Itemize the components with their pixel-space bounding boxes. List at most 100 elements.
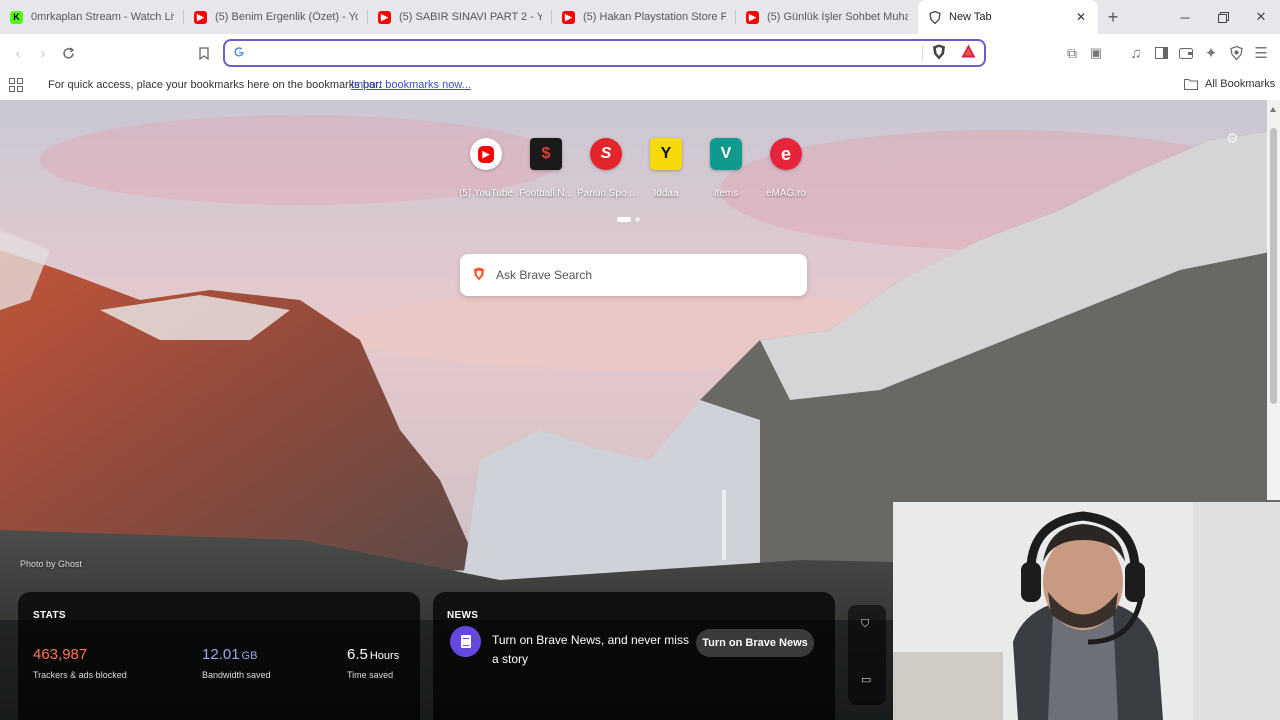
close-window-button[interactable]: ✕: [1242, 0, 1280, 34]
news-icon: [450, 626, 481, 657]
news-widget: NEWS Turn on Brave News, and never miss …: [433, 592, 835, 720]
trackers-value: 463,987: [33, 646, 88, 663]
time-value: 6.5: [347, 646, 368, 663]
tab-kick[interactable]: K 0mrkaplan Stream - Watch Live: [0, 0, 184, 34]
import-bookmarks-link[interactable]: Import bookmarks now...: [351, 79, 471, 91]
sparkle-icon: ✦: [1204, 45, 1218, 62]
leo-ai-button[interactable]: ✦: [1199, 41, 1223, 65]
scroll-up-arrow-icon[interactable]: [1270, 107, 1276, 112]
tab-youtube-4[interactable]: ▶ (5) Günlük İşler Sohbet Muhabbet: [736, 0, 918, 34]
restore-icon: [1217, 11, 1229, 23]
toolbar: ‹ › ⧉ ▣ ♫ ✦ ☰: [0, 34, 1280, 72]
turn-on-news-button[interactable]: Turn on Brave News: [696, 629, 814, 657]
brave-logo-icon: [473, 267, 485, 286]
widget-side-controls: ⛉ ▭: [848, 605, 886, 705]
google-icon: [233, 46, 247, 60]
divider: [922, 45, 923, 61]
minimize-button[interactable]: ─: [1166, 0, 1204, 34]
tab-title: (5) Günlük İşler Sohbet Muhabbet: [767, 11, 908, 23]
trackers-stat: 463,987 Trackers & ads blocked: [33, 646, 127, 680]
youtube-icon: ▶: [746, 10, 759, 24]
music-icon: ♫: [1130, 44, 1142, 62]
tab-title: (5) SABIR SINAVI PART 2 - YouTube: [399, 11, 542, 23]
bookmark-icon: [199, 46, 209, 60]
wallet-icon: [1179, 48, 1193, 59]
youtube-icon: ▶: [562, 10, 575, 24]
bandwidth-value: 12.01: [202, 646, 240, 663]
bandwidth-unit: GB: [241, 650, 258, 662]
pager-dot[interactable]: [635, 217, 640, 222]
bookmarks-bar: For quick access, place your bookmarks h…: [0, 72, 1280, 100]
youtube-icon: ▶: [470, 138, 502, 170]
trackers-label: Trackers & ads blocked: [33, 670, 127, 680]
top-sites-pager[interactable]: [617, 217, 640, 222]
brave-search-box[interactable]: [460, 254, 807, 296]
time-label: Time saved: [347, 670, 394, 680]
wallet-button[interactable]: [1174, 41, 1198, 65]
address-input[interactable]: [253, 44, 913, 62]
tab-youtube-3[interactable]: ▶ (5) Hakan Playstation Store Poll: [552, 0, 736, 34]
bookmark-button[interactable]: [192, 41, 216, 65]
close-tab-icon[interactable]: ✕: [1074, 10, 1088, 24]
hamburger-icon: ☰: [1254, 45, 1268, 62]
settings-gear-icon[interactable]: ⚙: [1226, 130, 1239, 147]
extensions-button[interactable]: ⧉: [1060, 41, 1084, 65]
iddaa-icon: Y: [650, 138, 682, 170]
puzzle-icon: ⧉: [1067, 44, 1077, 61]
top-site-label: eMAG.ro: [765, 188, 806, 199]
news-message: Turn on Brave News, and never miss a sto…: [492, 633, 689, 666]
items-icon: V: [710, 138, 742, 170]
tab-title: (5) Benim Ergenlik (Özet) - YouTube: [215, 11, 358, 23]
forward-button[interactable]: ›: [31, 41, 55, 65]
photo-credit: Photo by Ghost: [20, 559, 83, 569]
brave-shields-icon[interactable]: [932, 44, 946, 65]
football-news-icon: $: [530, 138, 562, 170]
address-bar[interactable]: [223, 39, 986, 67]
shield-icon[interactable]: ⛉: [861, 618, 869, 631]
vpn-button[interactable]: [1224, 41, 1248, 65]
all-bookmarks-button[interactable]: All Bookmarks: [1184, 78, 1275, 90]
tab-title: New Tab: [949, 11, 992, 23]
reading-list-button[interactable]: ▣: [1084, 41, 1108, 65]
tab-strip: K 0mrkaplan Stream - Watch Live ▶ (5) Be…: [0, 0, 1280, 34]
tab-youtube-2[interactable]: ▶ (5) SABIR SINAVI PART 2 - YouTube: [368, 0, 552, 34]
brave-rewards-icon[interactable]: [961, 44, 976, 63]
reload-icon: [62, 46, 74, 59]
time-unit: Hours: [369, 650, 400, 662]
tab-title: (5) Hakan Playstation Store Poll: [583, 11, 726, 23]
sidebar-icon: [1154, 47, 1168, 59]
youtube-icon: ▶: [378, 10, 391, 24]
scrollbar-thumb[interactable]: [1270, 128, 1277, 404]
back-button[interactable]: ‹: [6, 41, 30, 65]
folder-icon: [1184, 79, 1198, 90]
apps-grid-icon[interactable]: [9, 78, 23, 95]
bookmarks-hint: For quick access, place your bookmarks h…: [48, 79, 382, 91]
tab-youtube-1[interactable]: ▶ (5) Benim Ergenlik (Özet) - YouTube: [184, 0, 368, 34]
bandwidth-label: Bandwidth saved: [202, 670, 271, 680]
tab-title: 0mrkaplan Stream - Watch Live: [31, 11, 174, 23]
youtube-icon: ▶: [194, 10, 207, 24]
stats-title: STATS: [33, 610, 66, 621]
menu-button[interactable]: ☰: [1249, 41, 1273, 65]
time-stat: 6.5 Hours Time saved: [347, 646, 399, 680]
restore-button[interactable]: [1204, 0, 1242, 34]
pager-dot-active[interactable]: [617, 217, 631, 222]
superbet-icon: S: [590, 138, 622, 170]
kick-icon: K: [10, 10, 23, 24]
card-icon[interactable]: ▭: [861, 673, 871, 686]
webcam-overlay: [893, 502, 1280, 720]
reload-button[interactable]: [56, 41, 80, 65]
top-sites: ▶ (5) YouTube $ Football N... S Pariuri …: [456, 136, 816, 206]
scrollbar[interactable]: [1267, 100, 1280, 500]
top-site-emag[interactable]: e eMAG.ro: [756, 136, 816, 206]
new-tab-button[interactable]: +: [1098, 0, 1128, 34]
media-button[interactable]: ♫: [1124, 41, 1148, 65]
sidebar-button[interactable]: [1149, 41, 1173, 65]
tab-new-tab[interactable]: New Tab ✕: [918, 0, 1098, 34]
reading-list-icon: ▣: [1089, 45, 1103, 60]
vpn-shield-icon: [1229, 46, 1243, 60]
news-title: NEWS: [447, 610, 479, 621]
brave-shield-icon: [928, 10, 941, 24]
bandwidth-stat: 12.01 GB Bandwidth saved: [202, 646, 271, 680]
brave-search-input[interactable]: [496, 266, 786, 284]
